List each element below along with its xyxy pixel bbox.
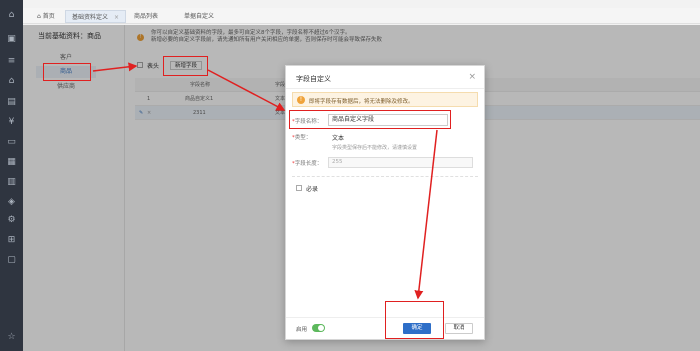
apps-icon[interactable]: ⊞ bbox=[6, 235, 17, 245]
tab-base-def[interactable]: 基础资料定义 × bbox=[65, 10, 127, 23]
field-length-input[interactable]: 255 bbox=[328, 157, 473, 168]
dialog-title: 字段自定义 bbox=[296, 75, 331, 83]
cart-icon[interactable]: ▣ bbox=[6, 34, 17, 44]
cancel-button[interactable]: 取消 bbox=[445, 323, 473, 334]
required-checkbox[interactable] bbox=[296, 185, 302, 191]
annotation-box-add-field bbox=[163, 56, 208, 76]
tab-home[interactable]: ⌂ 首页 bbox=[31, 10, 61, 23]
layers-icon[interactable]: ◈ bbox=[6, 197, 17, 207]
field-type-label: *类型： bbox=[292, 135, 312, 141]
settings-icon[interactable]: ⚙ bbox=[6, 215, 17, 225]
field-length-label: *字段长度： bbox=[292, 161, 323, 167]
field-custom-dialog: 字段自定义 × ! 即将字段存有数据后，将无法删除及修改。 *字段名称： 商品自… bbox=[285, 65, 485, 340]
enable-label: 启用 bbox=[296, 327, 308, 333]
list-icon[interactable]: ≡ bbox=[6, 56, 17, 66]
doc-icon[interactable]: ▥ bbox=[6, 177, 17, 187]
warning-icon: ! bbox=[297, 96, 305, 104]
monitor-icon[interactable]: ▭ bbox=[6, 137, 17, 147]
annotation-box-product bbox=[43, 63, 91, 81]
field-type-value: 文本 bbox=[332, 135, 345, 142]
required-label: 必录 bbox=[306, 186, 319, 193]
field-type-hint: 字段类型保存后不能修改，请谨慎设置 bbox=[332, 145, 418, 151]
tab-product-list[interactable]: 商品列表 bbox=[128, 10, 164, 23]
message-icon[interactable]: ▢ bbox=[6, 255, 17, 265]
annotation-box-field-name bbox=[289, 110, 451, 129]
star-icon[interactable]: ☆ bbox=[6, 332, 17, 342]
app-sidebar: ⌂ ▣ ≡ ⌂ ▤ ¥ ▭ ▦ ▥ ◈ ⚙ ⊞ ▢ ☆ bbox=[0, 0, 23, 351]
home-icon[interactable]: ⌂ bbox=[6, 10, 17, 20]
tab-single-def[interactable]: 单据自定义 bbox=[178, 10, 220, 23]
dialog-divider bbox=[286, 88, 484, 89]
yen-icon[interactable]: ¥ bbox=[6, 117, 17, 127]
store-icon[interactable]: ⌂ bbox=[6, 76, 17, 86]
warning-banner: ! 即将字段存有数据后，将无法删除及修改。 bbox=[292, 92, 478, 107]
tab-bar: ⌂ 首页 基础资料定义 × 商品列表 单据自定义 bbox=[23, 8, 700, 24]
tab-close-icon[interactable]: × bbox=[114, 14, 119, 21]
box-icon[interactable]: ▤ bbox=[6, 97, 17, 107]
warning-text: 即将字段存有数据后，将无法删除及修改。 bbox=[309, 99, 414, 105]
dialog-section-divider bbox=[292, 176, 478, 177]
calendar-icon[interactable]: ▦ bbox=[6, 157, 17, 167]
close-icon[interactable]: × bbox=[468, 72, 476, 82]
annotation-box-confirm bbox=[385, 301, 444, 339]
enable-toggle[interactable] bbox=[312, 324, 325, 332]
